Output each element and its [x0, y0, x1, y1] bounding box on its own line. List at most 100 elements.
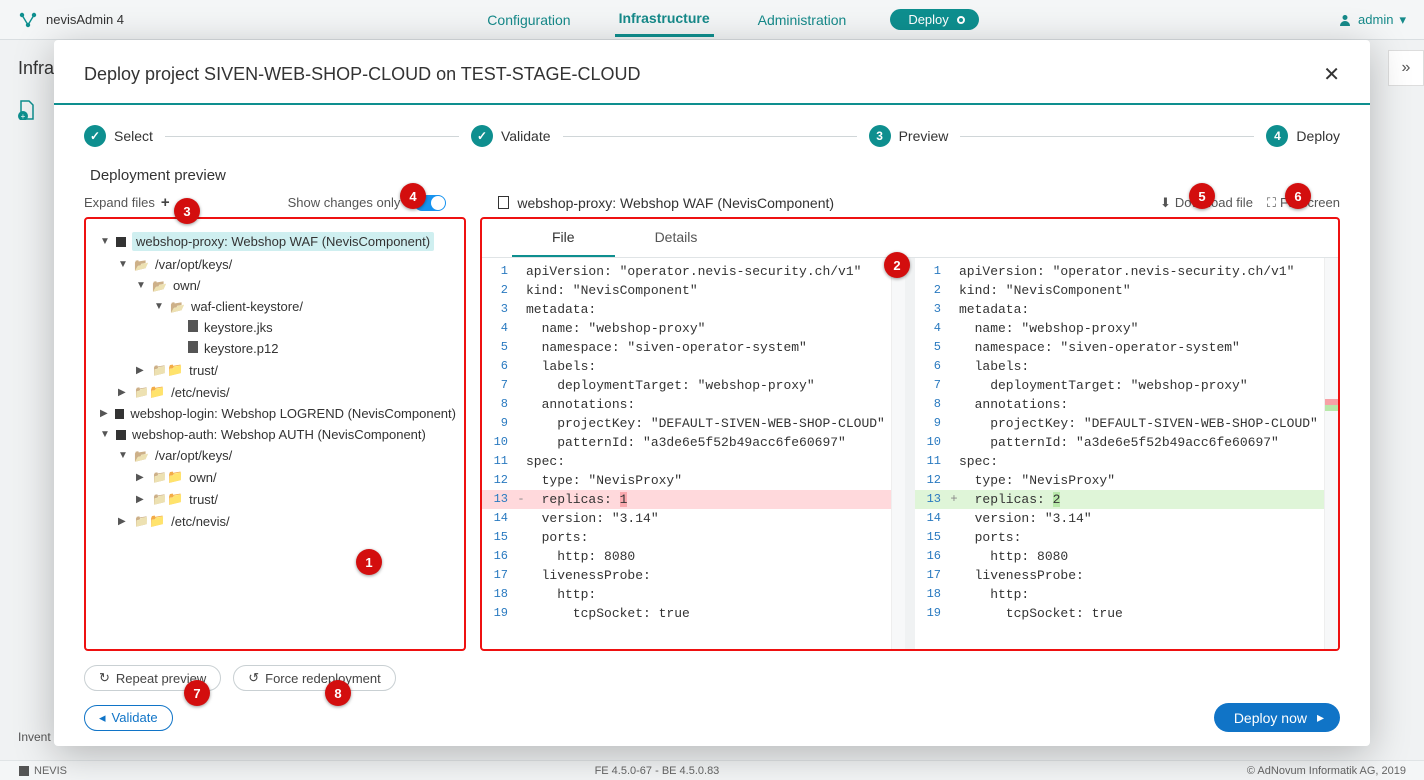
chevron-right-icon: ▸ — [1317, 709, 1324, 726]
step-validate-icon — [471, 125, 493, 147]
tree-label: /etc/nevis/ — [171, 385, 230, 400]
tree-file[interactable]: keystore.p12 — [172, 338, 456, 359]
component-icon — [116, 430, 126, 440]
footer-brand: NEVIS — [34, 765, 67, 777]
deploy-now-button[interactable]: Deploy now ▸ — [1214, 703, 1340, 732]
svg-text:+: + — [21, 112, 26, 120]
annotation-marker-1: 1 — [356, 549, 382, 575]
selected-file-header: webshop-proxy: Webshop WAF (NevisCompone… — [498, 195, 834, 211]
validate-label: Validate — [112, 710, 158, 725]
expand-right-panel[interactable]: » — [1388, 50, 1424, 86]
folder-icon: 📁 — [134, 384, 165, 400]
footer: NEVIS FE 4.5.0-67 - BE 4.5.0.83 © AdNovu… — [0, 760, 1424, 780]
force-redeployment-button[interactable]: ↺ Force redeployment — [233, 665, 396, 691]
file-tree-panel: ▼webshop-proxy: Webshop WAF (NevisCompon… — [84, 217, 466, 651]
folder-icon — [134, 257, 149, 272]
diff-left: 1apiVersion: "operator.nevis-security.ch… — [482, 258, 905, 649]
annotation-marker-5: 5 — [1189, 183, 1215, 209]
brand: nevisAdmin 4 — [18, 11, 124, 29]
top-nav: nevisAdmin 4 Configuration Infrastructur… — [0, 0, 1424, 40]
chevron-left-icon: ◂ — [99, 710, 106, 726]
tree-label: webshop-proxy: Webshop WAF (NevisCompone… — [132, 232, 434, 251]
tree-label: keystore.jks — [204, 320, 273, 335]
force-redeployment-label: Force redeployment — [265, 671, 381, 686]
tab-details[interactable]: Details — [615, 219, 738, 257]
annotation-marker-2: 2 — [884, 252, 910, 278]
tree-label: /etc/nevis/ — [171, 514, 230, 529]
folder-icon: 📁 — [152, 469, 183, 485]
folder-icon: 📁 — [152, 491, 183, 507]
close-icon[interactable]: ✕ — [1323, 62, 1340, 87]
tree-folder[interactable]: ▼waf-client-keystore/ — [154, 296, 456, 317]
nav-configuration[interactable]: Configuration — [483, 4, 574, 36]
tree-label: waf-client-keystore/ — [191, 299, 303, 314]
annotation-marker-3: 3 — [174, 198, 200, 224]
tree-label: trust/ — [189, 363, 218, 378]
tree-label: keystore.p12 — [204, 341, 278, 356]
tree-label: /var/opt/keys/ — [155, 257, 232, 272]
file-icon — [188, 320, 198, 335]
tree-folder[interactable]: ▶📁/etc/nevis/ — [118, 510, 456, 532]
file-header-text: webshop-proxy: Webshop WAF (NevisCompone… — [517, 195, 834, 211]
component-icon — [115, 409, 124, 419]
expand-files-label: Expand files — [84, 195, 155, 210]
page-heading: Infra — [18, 58, 54, 79]
user-name: admin — [1358, 12, 1393, 27]
tab-file[interactable]: File — [512, 219, 615, 257]
expand-files[interactable]: Expand files + — [84, 194, 170, 211]
folder-icon — [134, 448, 149, 463]
deploy-modal: Deploy project SIVEN-WEB-SHOP-CLOUD on T… — [54, 40, 1370, 746]
annotation-marker-4: 4 — [400, 183, 426, 209]
annotation-marker-6: 6 — [1285, 183, 1311, 209]
folder-icon — [152, 278, 167, 293]
user-menu[interactable]: admin ▾ — [1338, 12, 1406, 28]
tree-file[interactable]: keystore.jks — [172, 317, 456, 338]
stepper: Select Validate 3Preview 4Deploy — [54, 105, 1370, 155]
footer-copyright: © AdNovum Informatik AG, 2019 — [1247, 765, 1406, 777]
file-icon — [188, 341, 198, 356]
footer-version: FE 4.5.0-67 - BE 4.5.0.83 — [91, 765, 1223, 777]
folder-icon: 📁 — [152, 362, 183, 378]
inventory-label: Invent — [18, 730, 51, 744]
tree-component-logrend[interactable]: ▶webshop-login: Webshop LOGREND (NevisCo… — [100, 403, 456, 424]
folder-icon — [170, 299, 185, 314]
tree-folder[interactable]: ▶📁trust/ — [136, 488, 456, 510]
step-select: Select — [114, 128, 153, 144]
deploy-chip-label: Deploy — [908, 12, 948, 27]
tree-folder[interactable]: ▼/var/opt/keys/ — [118, 254, 456, 275]
step-preview-icon: 3 — [869, 125, 891, 147]
document-icon — [498, 196, 509, 209]
diff-right: 1apiVersion: "operator.nevis-security.ch… — [915, 258, 1338, 649]
tree-folder[interactable]: ▼own/ — [136, 275, 456, 296]
app-name: nevisAdmin 4 — [46, 12, 124, 27]
plus-icon: + — [161, 194, 170, 211]
tree-folder[interactable]: ▶📁/etc/nevis/ — [118, 381, 456, 403]
validate-button[interactable]: ◂ Validate — [84, 705, 173, 731]
tree-folder[interactable]: ▼/var/opt/keys/ — [118, 445, 456, 466]
nav-infrastructure[interactable]: Infrastructure — [615, 2, 714, 37]
tree-component-waf[interactable]: ▼webshop-proxy: Webshop WAF (NevisCompon… — [100, 229, 456, 254]
nav-administration[interactable]: Administration — [754, 4, 851, 36]
tree-label: own/ — [189, 470, 216, 485]
tree-component-auth[interactable]: ▼webshop-auth: Webshop AUTH (NevisCompon… — [100, 424, 456, 445]
modal-title: Deploy project SIVEN-WEB-SHOP-CLOUD on T… — [84, 64, 1323, 85]
tree-label: webshop-auth: Webshop AUTH (NevisCompone… — [132, 427, 426, 442]
tree-folder[interactable]: ▶📁trust/ — [136, 359, 456, 381]
step-select-icon — [84, 125, 106, 147]
section-title: Deployment preview — [90, 167, 1340, 184]
history-icon: ↺ — [248, 670, 259, 686]
step-deploy-icon: 4 — [1266, 125, 1288, 147]
step-preview: Preview — [899, 128, 949, 144]
folder-icon: 📁 — [134, 513, 165, 529]
deploy-chip[interactable]: Deploy — [890, 9, 978, 30]
step-validate: Validate — [501, 128, 551, 144]
tree-folder[interactable]: ▶📁own/ — [136, 466, 456, 488]
tree-label: trust/ — [189, 492, 218, 507]
tree-label: webshop-login: Webshop LOGREND (NevisCom… — [130, 406, 456, 421]
annotation-marker-8: 8 — [325, 680, 351, 706]
component-icon — [116, 237, 126, 247]
overview-ruler — [1324, 258, 1338, 649]
add-icon[interactable]: + — [18, 100, 36, 123]
download-icon: ⬇ — [1160, 195, 1171, 211]
show-changes-only-label: Show changes only — [288, 195, 401, 210]
